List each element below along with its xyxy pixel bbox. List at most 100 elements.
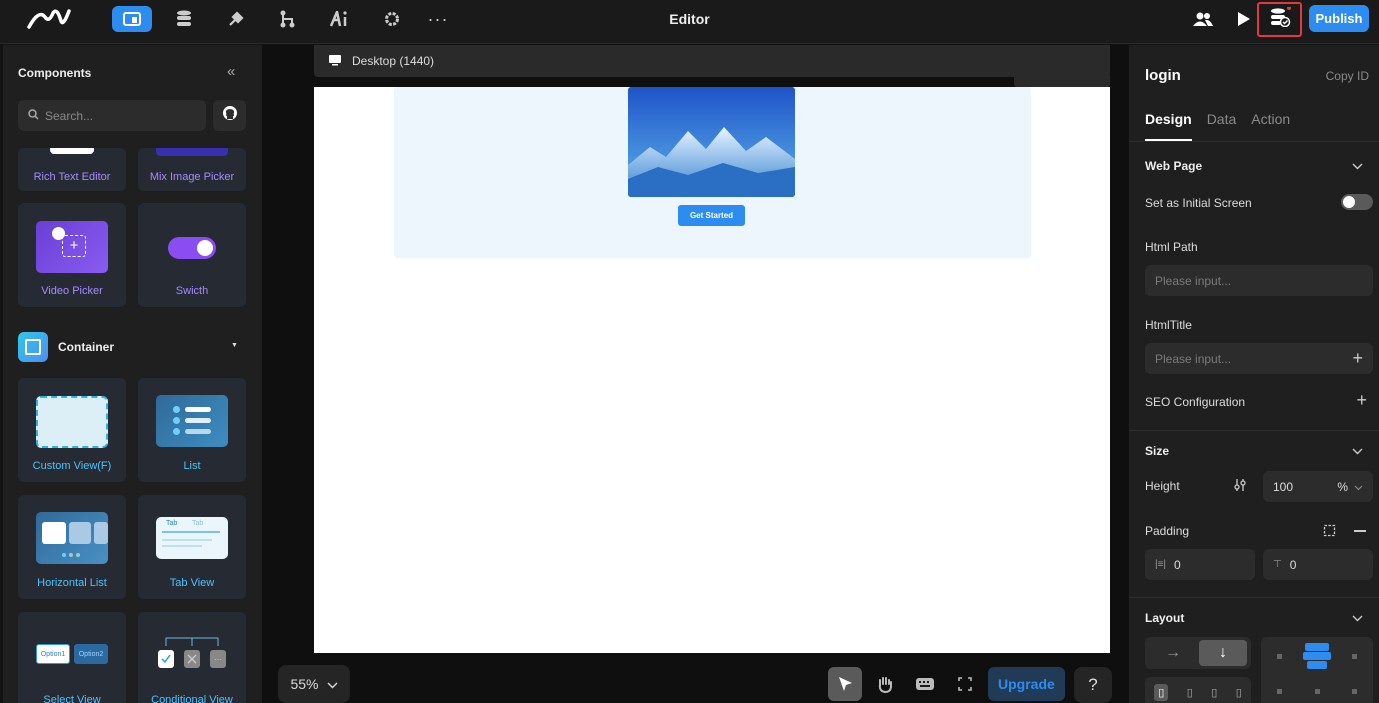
layout-align-group: ▯ ▯ ▯ ▯ xyxy=(1145,677,1251,703)
video-picker-card[interactable]: + Video Picker xyxy=(18,203,126,307)
settings-icon[interactable] xyxy=(372,6,412,32)
switch-card[interactable]: Swicth xyxy=(138,203,246,307)
option-thumb: Option2 xyxy=(74,644,108,664)
html-title-label: HtmlTitle xyxy=(1145,318,1192,332)
html-title-placeholder: Please input... xyxy=(1155,351,1232,366)
size-section-title[interactable]: Size xyxy=(1145,444,1169,458)
arrow-right-icon[interactable]: → xyxy=(1149,640,1197,666)
keyboard-icon[interactable] xyxy=(908,667,942,701)
help-button[interactable]: ? xyxy=(1074,667,1112,703)
conditional-view-thumb: ··· xyxy=(158,637,226,668)
copy-id-link[interactable]: Copy ID xyxy=(1326,69,1369,83)
get-started-button[interactable]: Get Started xyxy=(678,205,745,226)
divider xyxy=(1129,597,1379,598)
tab-thumb-label: Tab xyxy=(166,520,178,527)
editor-canvas[interactable]: Desktop (1440) Get Started 55% Upgrade ? xyxy=(262,45,1128,703)
page-preview[interactable]: Get Started xyxy=(314,87,1110,653)
align-stretch-icon[interactable]: ▯ xyxy=(1236,686,1242,699)
html-path-placeholder: Please input... xyxy=(1155,273,1232,288)
logo-icon[interactable] xyxy=(22,6,78,32)
hand-pan-icon[interactable] xyxy=(868,667,902,701)
plugin-icon[interactable] xyxy=(216,6,256,32)
conditional-view-card[interactable]: ··· Conditional View xyxy=(138,612,246,703)
workflow-icon[interactable] xyxy=(267,6,307,32)
section-toggle-icon[interactable]: ▼ xyxy=(231,342,238,349)
align-center-icon[interactable]: ▯ xyxy=(1187,686,1193,699)
collapse-panel-icon[interactable]: « xyxy=(227,63,235,80)
data-check-button[interactable] xyxy=(1257,2,1302,37)
search-placeholder: Search... xyxy=(45,108,94,123)
align-top-icon[interactable]: ▯ xyxy=(1154,683,1169,701)
components-panel: Components « Search... Rich Text Editor … xyxy=(3,45,262,703)
custom-view-card[interactable]: Custom View(F) xyxy=(18,378,126,482)
container-icon xyxy=(18,332,48,362)
tab-view-thumb: Tab Tab xyxy=(156,517,228,559)
plus-icon[interactable]: + xyxy=(1352,348,1363,369)
adjust-icon[interactable] xyxy=(1233,478,1247,497)
component-search-input[interactable]: Search... xyxy=(18,100,206,131)
select-view-card[interactable]: Option1 Option2 Select View xyxy=(18,612,126,703)
height-unit[interactable]: % xyxy=(1337,480,1348,494)
layout-section-title[interactable]: Layout xyxy=(1145,611,1184,625)
pages-icon[interactable] xyxy=(112,6,152,32)
card-label: Horizontal List xyxy=(37,577,107,589)
padding-vertical-icon: ⊤ xyxy=(1273,559,1282,570)
mix-image-picker-card[interactable]: Mix Image Picker xyxy=(138,148,246,191)
zoom-select[interactable]: 55% xyxy=(278,665,350,703)
chevron-down-icon[interactable] xyxy=(1352,161,1363,173)
align-bottom-icon[interactable]: ▯ xyxy=(1211,686,1217,699)
fit-screen-icon[interactable] xyxy=(948,667,982,701)
padding-top-input[interactable]: ⊤ 0 xyxy=(1263,549,1373,580)
divider xyxy=(1129,430,1379,431)
chevron-down-icon[interactable] xyxy=(1352,613,1363,625)
chevron-down-icon[interactable] xyxy=(1354,480,1363,494)
html-path-input[interactable]: Please input... xyxy=(1145,265,1373,296)
alignment-grid[interactable] xyxy=(1261,637,1373,703)
page-name: login xyxy=(1145,67,1181,84)
device-selector[interactable]: Desktop (1440) xyxy=(314,45,1110,77)
web-page-section-title[interactable]: Web Page xyxy=(1145,159,1202,173)
hero-section[interactable]: Get Started xyxy=(394,87,1031,258)
zoom-value: 55% xyxy=(290,676,319,692)
tab-design[interactable]: Design xyxy=(1145,111,1192,141)
ai-icon[interactable] xyxy=(320,6,360,32)
minus-icon[interactable] xyxy=(1354,530,1366,532)
team-icon[interactable] xyxy=(1183,6,1223,32)
top-toolbar: ··· Editor Publish xyxy=(0,0,1379,44)
canvas-tools: Upgrade xyxy=(828,667,1065,701)
switch-thumb xyxy=(168,237,216,259)
html-title-input[interactable]: Please input... + xyxy=(1145,343,1373,374)
tab-data[interactable]: Data xyxy=(1207,111,1237,141)
horizontal-list-card[interactable]: Horizontal List xyxy=(18,495,126,599)
card-label: Swicth xyxy=(175,285,209,297)
section-title: Container xyxy=(58,340,115,354)
padding-left-input[interactable]: |≡| 0 xyxy=(1145,549,1255,580)
publish-button[interactable]: Publish xyxy=(1309,5,1369,32)
add-seo-icon[interactable]: + xyxy=(1356,390,1367,411)
card-label: Rich Text Editor xyxy=(33,171,111,183)
initial-screen-toggle[interactable] xyxy=(1341,194,1373,210)
list-card[interactable]: List xyxy=(138,378,246,482)
height-label: Height xyxy=(1145,479,1180,493)
rich-text-editor-card[interactable]: Rich Text Editor xyxy=(18,148,126,191)
tab-action[interactable]: Action xyxy=(1251,111,1290,141)
card-label: List xyxy=(183,460,201,472)
properties-panel: login Copy ID Design Data Action Web Pag… xyxy=(1129,45,1379,703)
more-icon[interactable]: ··· xyxy=(418,6,458,32)
github-button[interactable] xyxy=(213,100,246,131)
height-input[interactable]: 100 % xyxy=(1263,471,1373,502)
svg-text:···: ··· xyxy=(214,655,222,664)
padding-left-value: 0 xyxy=(1174,557,1181,572)
arrow-down-icon[interactable]: ↓ xyxy=(1199,640,1247,666)
option-thumb: Option1 xyxy=(36,644,70,664)
tab-view-card[interactable]: Tab Tab Tab View xyxy=(138,495,246,599)
divider xyxy=(1129,141,1379,142)
select-cursor-icon[interactable] xyxy=(828,667,862,701)
database-icon[interactable] xyxy=(164,6,204,32)
card-label: Tab View xyxy=(169,577,215,589)
container-section-header[interactable]: Container xyxy=(18,332,114,362)
upgrade-button[interactable]: Upgrade xyxy=(988,667,1065,701)
padding-individual-icon[interactable] xyxy=(1323,524,1336,542)
hero-mountain-image[interactable] xyxy=(628,87,795,197)
chevron-down-icon[interactable] xyxy=(1352,446,1363,458)
